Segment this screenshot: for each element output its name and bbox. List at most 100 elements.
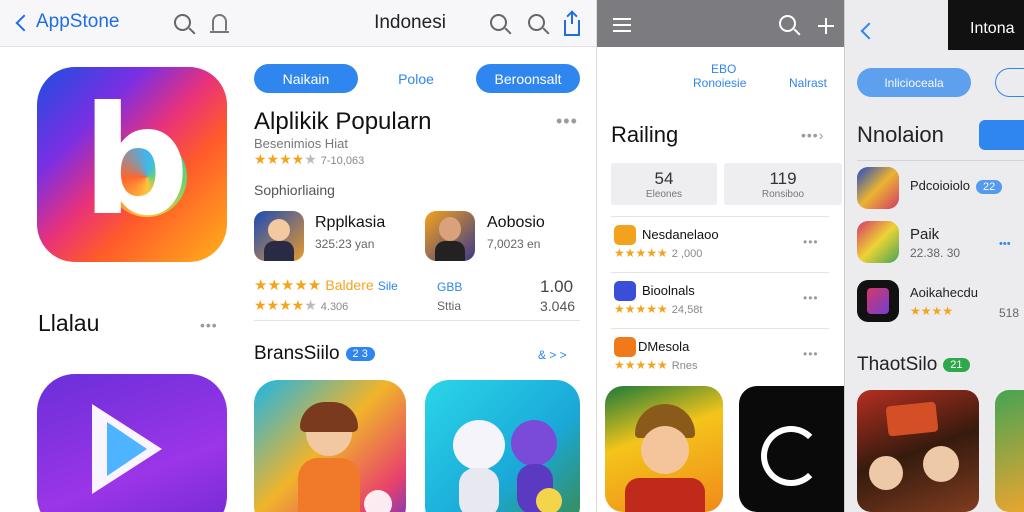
game-card-characters[interactable] <box>857 390 979 512</box>
game-card-1[interactable] <box>254 380 406 512</box>
stat-box-1[interactable]: 54 Eleones <box>611 163 717 205</box>
see-all-link[interactable]: & > > <box>538 348 567 362</box>
bell-icon[interactable] <box>210 14 229 33</box>
featured-title: Alplikik Popularn <box>254 108 432 135</box>
ranking-item-3-stars: ★★★★★ Rnes <box>614 358 698 372</box>
stat-1-value: 54 <box>654 169 674 188</box>
section2-title: BransSiilo 2 3 <box>254 343 375 365</box>
divider <box>611 272 829 273</box>
chevron-left-icon <box>15 14 33 31</box>
secondary-item-2-meta: 22.38. 30 <box>910 246 961 260</box>
more-options-icon[interactable]: ••• <box>556 112 578 130</box>
tab-2[interactable]: Ronoiesie <box>693 76 746 90</box>
app-thumb-1[interactable] <box>254 211 304 261</box>
purple-app-icon[interactable] <box>37 374 227 512</box>
divider <box>611 328 829 329</box>
tab-pill-2[interactable]: Poloe <box>376 64 456 93</box>
menu-icon[interactable] <box>613 18 631 32</box>
ranking-item-1-stars: ★★★★★ 2 ,000 <box>614 246 703 260</box>
app-icon[interactable] <box>857 280 899 322</box>
more-options-icon[interactable]: ••• <box>803 348 819 360</box>
stat-2-caption: Ronsiboo <box>761 189 805 200</box>
app-icon[interactable] <box>857 221 899 263</box>
section-title-2-text: ThaotSilo <box>857 354 938 375</box>
logo-letter-graphic: b <box>82 75 190 249</box>
rating-row-1-value: 1.00 <box>540 277 574 296</box>
section2-title-text: BransSiilo <box>254 343 340 364</box>
rating-row-1: ★★★★★ Baldere Sile <box>254 277 398 294</box>
app-meta-1: 325:23 yan <box>315 237 375 251</box>
tab-pill-1[interactable]: Naikain <box>254 64 358 93</box>
app-icon[interactable] <box>857 167 899 209</box>
ranking-item-2-name[interactable]: Bioolnals <box>642 283 695 298</box>
filter-pill[interactable]: Inlicioceala <box>857 68 971 97</box>
panel-main: AppStone Indonesi b Naikain Poloe Beroon… <box>0 0 596 512</box>
secondary-item-3-name[interactable]: Aoikahecdu <box>910 285 978 300</box>
dots-icon[interactable]: ••• <box>999 238 1011 250</box>
search-icon[interactable] <box>174 14 191 31</box>
tab-pill-3[interactable]: Beroonsalt <box>476 64 580 93</box>
divider <box>611 216 829 217</box>
app-name-2[interactable]: Aobosio <box>487 214 545 232</box>
action-button[interactable] <box>979 120 1024 150</box>
app-thumb-2[interactable] <box>425 211 475 261</box>
divider <box>254 320 580 321</box>
stat-1-caption: Eleones <box>645 189 683 200</box>
stat-2-value: 119 <box>769 169 797 188</box>
ranking-item-3-meta: Rnes <box>671 360 698 372</box>
game-card-2[interactable] <box>425 380 580 512</box>
app-icon[interactable] <box>614 281 636 301</box>
chevron-left-icon[interactable] <box>860 22 878 40</box>
section-label: Sophiorliaing <box>254 182 335 198</box>
panel-secondary: Intona Inlicioceala Nnolaion Pdcoioiolo 2… <box>844 0 1024 512</box>
app-meta-2: 7,0023 en <box>487 237 541 251</box>
game-card-girl[interactable] <box>605 386 723 512</box>
stat-box-2[interactable]: 119 Ronsiboo <box>724 163 842 205</box>
section2-badge: 2 3 <box>345 346 375 361</box>
secondary-item-1-badge: 22 <box>976 179 1003 194</box>
featured-app-icon[interactable]: b <box>37 67 227 262</box>
left-section-label: Llalau <box>38 310 100 336</box>
rating-meta: 7-10,063 <box>320 155 365 167</box>
filter-pill-2[interactable] <box>995 68 1024 97</box>
game-card-dark[interactable] <box>739 386 845 512</box>
tab-3[interactable]: Nalrast <box>789 76 827 90</box>
panel-ranking: EBO Ronoiesie Nalrast Railing •••› 54 El… <box>596 0 845 512</box>
more-options-icon[interactable]: ••• <box>200 318 218 332</box>
secondary-item-1[interactable]: Pdcoioiolo 22 <box>910 178 1003 194</box>
ranking-item-1-meta: 2 ,000 <box>671 248 703 260</box>
search-icon[interactable] <box>779 15 796 32</box>
more-options-icon[interactable]: ••• <box>803 292 819 304</box>
top-bar: AppStone Indonesi <box>0 0 596 47</box>
discover-icon[interactable] <box>528 14 545 31</box>
ranking-title: Railing <box>611 122 679 147</box>
back-button[interactable]: AppStone <box>15 11 119 33</box>
rating-row-1-link[interactable]: Sile <box>378 279 398 293</box>
secondary-item-2-name[interactable]: Paik <box>910 226 939 243</box>
game-card-partial[interactable] <box>995 390 1024 512</box>
secondary-item-1-name: Pdcoioiolo <box>910 178 970 193</box>
plus-icon[interactable] <box>818 18 834 34</box>
app-name-1[interactable]: Rpplkasia <box>315 214 385 232</box>
app-icon[interactable] <box>614 337 636 357</box>
ranking-item-2-stars: ★★★★★ 24,58t <box>614 302 703 316</box>
ranking-item-2-meta: 24,58t <box>671 304 703 316</box>
more-options-icon[interactable]: ••• <box>803 236 819 248</box>
ranking-item-3-name[interactable]: DMesola <box>638 339 689 354</box>
page-title: Indonesi <box>374 12 446 33</box>
app-store-collage: AppStone Indonesi b Naikain Poloe Beroon… <box>0 0 1024 512</box>
rating-row-2-meta: 4.306 <box>320 301 349 313</box>
rating-row-2-tag: Sttia <box>437 299 462 313</box>
search-icon[interactable] <box>490 14 507 31</box>
ranking-item-1-name[interactable]: Nesdanelaoo <box>642 227 719 242</box>
share-icon[interactable] <box>564 12 580 36</box>
app-icon[interactable] <box>614 225 636 245</box>
rating-row-1-text: Baldere <box>325 277 374 293</box>
rating-row-1-tag: GBB <box>437 280 463 294</box>
header-title: Intona <box>970 20 1015 37</box>
tab-1[interactable]: EBO <box>711 62 736 76</box>
more-options-icon[interactable]: •••› <box>801 128 824 142</box>
section-title-2-badge: 21 <box>943 357 970 372</box>
secondary-item-3-value: 518 <box>999 306 1020 320</box>
featured-subtitle: Besenimios Hiat <box>254 136 348 151</box>
